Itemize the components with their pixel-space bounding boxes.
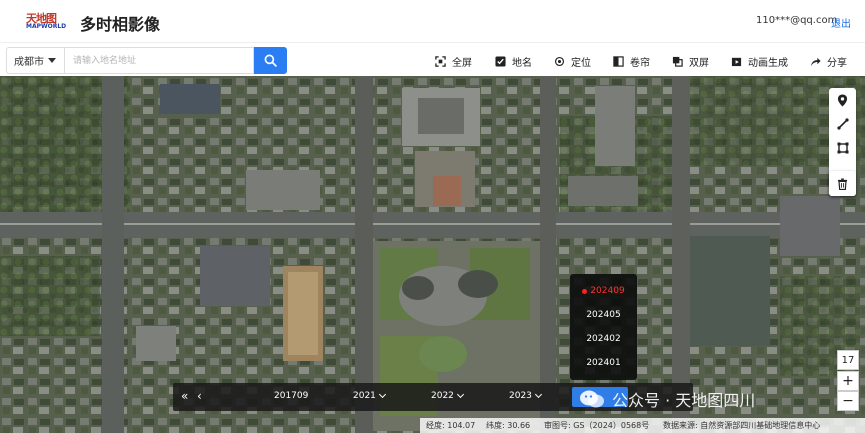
checkbox-checked-icon — [495, 55, 506, 67]
zoom-out-button[interactable]: − — [837, 391, 859, 411]
swipe-icon — [613, 55, 624, 67]
selected-dot-icon — [582, 288, 588, 294]
clear-tool[interactable] — [829, 171, 856, 196]
toolbar: 成都市 全屏 地名 定位 卷帘 — [0, 42, 865, 76]
user-email: 110***@qq.com — [756, 15, 838, 26]
header: 天地图 MAPWORLD 多时相影像 110***@qq.com 退出 — [0, 0, 865, 42]
locate-button[interactable]: 定位 — [554, 54, 591, 69]
tianditu-logo[interactable]: 天地图 MAPWORLD — [26, 10, 66, 32]
date-option-202409[interactable]: 202409 — [570, 279, 637, 303]
chevron-down-icon — [534, 390, 542, 399]
marker-icon — [837, 94, 848, 106]
share-icon — [810, 57, 821, 66]
date-option-202401[interactable]: 202401 — [570, 351, 637, 375]
swipe-label: 卷帘 — [630, 57, 650, 69]
polygon-icon — [837, 142, 848, 154]
polyline-icon — [836, 118, 849, 130]
satellite-map[interactable]: 17 + − 202409 202405 202402 202401 « ‹ 2… — [0, 76, 865, 433]
swipe-button[interactable]: 卷帘 — [613, 54, 650, 69]
timeline-item-label: 201709 — [274, 391, 309, 401]
status-bar: 经度: 104.07 纬度: 30.66 审图号: GS（2024）0568号 … — [420, 418, 865, 433]
animation-button[interactable]: 动画生成 — [731, 54, 788, 69]
share-label: 分享 — [827, 57, 847, 69]
search-button[interactable] — [254, 47, 287, 74]
review-number: 审图号: GS（2024）0568号 — [544, 421, 650, 430]
dual-screen-button[interactable]: 双屏 — [672, 54, 709, 69]
timeline-prev-button[interactable]: ‹ — [197, 389, 202, 403]
date-option-202402[interactable]: 202402 — [570, 327, 637, 351]
trash-icon — [837, 178, 848, 190]
timeline-item-label: 2021 — [353, 391, 376, 401]
date-option-label: 202409 — [590, 286, 625, 296]
logo-subtext: MAPWORLD — [26, 23, 67, 30]
locate-icon — [554, 56, 565, 66]
fullscreen-label: 全屏 — [452, 57, 472, 69]
zoom-level: 17 — [837, 350, 859, 370]
city-select[interactable]: 成都市 — [6, 47, 64, 74]
locate-label: 定位 — [571, 57, 591, 69]
satellite-imagery — [0, 76, 865, 433]
chevron-down-icon — [456, 390, 464, 399]
polygon-tool[interactable] — [829, 136, 856, 160]
placename-label: 地名 — [512, 57, 532, 69]
latitude-readout: 纬度: 30.66 — [486, 421, 531, 430]
longitude-readout: 经度: 104.07 — [426, 421, 476, 430]
timeline-item-label: 2023 — [509, 391, 532, 401]
share-button[interactable]: 分享 — [810, 54, 847, 69]
timeline-item-2023[interactable]: 2023 — [509, 390, 542, 401]
watermark-text: 公众号 · 天地图四川 — [612, 391, 756, 410]
data-source: 数据来源: 自然资源部四川基础地理信息中心 — [663, 421, 821, 430]
wechat-watermark: 公众号 · 天地图四川 — [578, 385, 755, 413]
dual-screen-icon — [672, 56, 683, 67]
timeline-item-2021[interactable]: 2021 — [353, 390, 386, 401]
wechat-icon — [580, 390, 604, 408]
timeline-first-button[interactable]: « — [181, 389, 188, 403]
dual-screen-label: 双屏 — [689, 57, 709, 69]
zoom-in-button[interactable]: + — [837, 371, 859, 391]
logout-link[interactable]: 退出 — [831, 15, 851, 30]
timeline-item-201709[interactable]: 201709 — [274, 391, 308, 401]
date-option-202405[interactable]: 202405 — [570, 303, 637, 327]
caret-down-icon — [48, 58, 56, 63]
search-icon — [264, 54, 277, 67]
animation-icon — [731, 57, 742, 66]
placename-toggle[interactable]: 地名 — [495, 54, 532, 69]
timeline-item-2022[interactable]: 2022 — [431, 390, 464, 401]
date-dropdown: 202409 202405 202402 202401 — [570, 274, 637, 380]
timeline-item-label: 2022 — [431, 391, 454, 401]
marker-tool[interactable] — [829, 88, 856, 112]
search-input[interactable] — [64, 47, 254, 74]
city-select-value: 成都市 — [14, 57, 44, 68]
animation-label: 动画生成 — [748, 57, 788, 69]
fullscreen-icon — [435, 55, 446, 67]
page-title: 多时相影像 — [80, 15, 161, 34]
fullscreen-button[interactable]: 全屏 — [435, 54, 472, 69]
chevron-down-icon — [378, 390, 386, 399]
polyline-tool[interactable] — [829, 112, 856, 136]
